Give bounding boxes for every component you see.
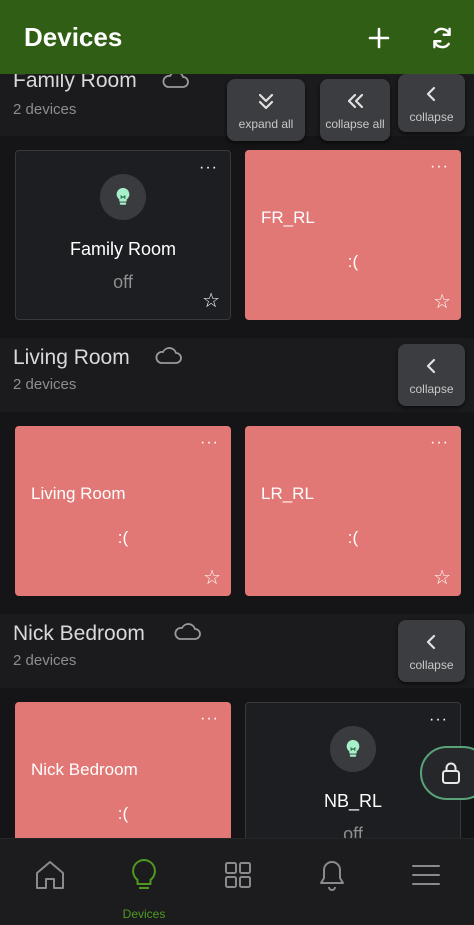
app-bar: Devices xyxy=(0,0,474,74)
collapse-button[interactable]: collapse xyxy=(398,344,465,406)
grid-icon xyxy=(225,862,251,888)
collapse-button[interactable]: collapse xyxy=(398,620,465,682)
nav-label-devices: Devices xyxy=(122,907,166,921)
device-tile-error[interactable]: ··· Nick Bedroom :( xyxy=(15,702,231,838)
device-name: FR_RL xyxy=(261,208,315,227)
favorite-star-button[interactable]: ☆ xyxy=(202,288,220,313)
device-name: Nick Bedroom xyxy=(31,760,138,779)
chevron-left-icon xyxy=(426,634,435,650)
nav-menu[interactable] xyxy=(379,839,473,925)
nav-home[interactable] xyxy=(3,839,97,925)
room-name: Nick Bedroom xyxy=(13,622,145,645)
double-chevron-left-icon xyxy=(347,93,364,109)
more-options-button[interactable]: ··· xyxy=(199,159,218,177)
cloud-icon xyxy=(174,623,201,640)
collapse-button[interactable]: collapse xyxy=(398,74,465,132)
collapse-all-button[interactable]: collapse all xyxy=(320,79,390,141)
room-header-living-room: Living Room 2 devices collapse xyxy=(0,338,474,412)
device-tile-error[interactable]: ··· LR_RL :( ☆ xyxy=(245,426,461,596)
favorite-star-button[interactable]: ☆ xyxy=(433,565,451,590)
device-tile-error[interactable]: ··· FR_RL :( ☆ xyxy=(245,150,461,320)
nav-dashboard[interactable] xyxy=(191,839,285,925)
lock-icon xyxy=(442,762,460,784)
home-icon xyxy=(36,861,64,889)
device-name: Family Room xyxy=(69,239,176,259)
bulb-icon xyxy=(132,859,156,889)
refresh-icon xyxy=(433,27,451,49)
favorite-star-button[interactable]: ☆ xyxy=(203,565,221,590)
device-error-state: :( xyxy=(117,804,129,823)
device-state: off xyxy=(113,272,133,292)
room-device-count: 2 devices xyxy=(13,652,77,669)
bulb-icon xyxy=(100,174,146,220)
device-error-state: :( xyxy=(117,528,129,547)
nav-devices[interactable]: Devices xyxy=(97,839,191,925)
device-tile[interactable]: ··· Family Room off ☆ xyxy=(15,150,231,320)
more-options-button[interactable]: ··· xyxy=(200,434,219,452)
device-name: NB_RL xyxy=(323,791,383,811)
room-header-family-room: Family Room 2 devices expand all collaps… xyxy=(0,74,474,141)
device-error-state: :( xyxy=(347,252,359,271)
device-name: Living Room xyxy=(31,484,126,503)
device-tile-error[interactable]: ··· Living Room :( ☆ xyxy=(15,426,231,596)
add-button[interactable] xyxy=(361,20,397,56)
plus-icon xyxy=(368,27,390,49)
more-options-button[interactable]: ··· xyxy=(429,711,448,729)
room-name: Family Room xyxy=(13,74,137,92)
device-error-state: :( xyxy=(347,528,359,547)
expand-all-button[interactable]: expand all xyxy=(227,79,305,141)
bottom-navigation: Devices xyxy=(0,838,474,925)
more-options-button[interactable]: ··· xyxy=(430,434,449,452)
room-device-count: 2 devices xyxy=(13,101,77,118)
refresh-button[interactable] xyxy=(424,20,460,56)
device-state: off xyxy=(343,824,363,838)
double-chevron-down-icon xyxy=(258,93,274,110)
nav-notifications[interactable] xyxy=(285,839,379,925)
room-header-nick-bedroom: Nick Bedroom 2 devices collapse xyxy=(0,614,474,688)
page-title: Devices xyxy=(24,22,123,52)
favorite-star-button[interactable]: ☆ xyxy=(433,289,451,314)
bell-icon xyxy=(320,861,344,891)
cloud-icon xyxy=(162,74,189,88)
more-options-button[interactable]: ··· xyxy=(200,710,219,728)
more-options-button[interactable]: ··· xyxy=(430,158,449,176)
cloud-icon xyxy=(155,347,182,364)
chevron-left-icon xyxy=(426,86,435,102)
menu-icon xyxy=(412,865,440,885)
device-name: LR_RL xyxy=(261,484,314,503)
room-device-count: 2 devices xyxy=(13,376,77,393)
device-list[interactable]: Family Room 2 devices expand all collaps… xyxy=(0,74,474,838)
bulb-icon xyxy=(330,726,376,772)
chevron-left-icon xyxy=(426,358,435,374)
room-name: Living Room xyxy=(13,346,130,369)
lock-button[interactable] xyxy=(420,746,474,800)
